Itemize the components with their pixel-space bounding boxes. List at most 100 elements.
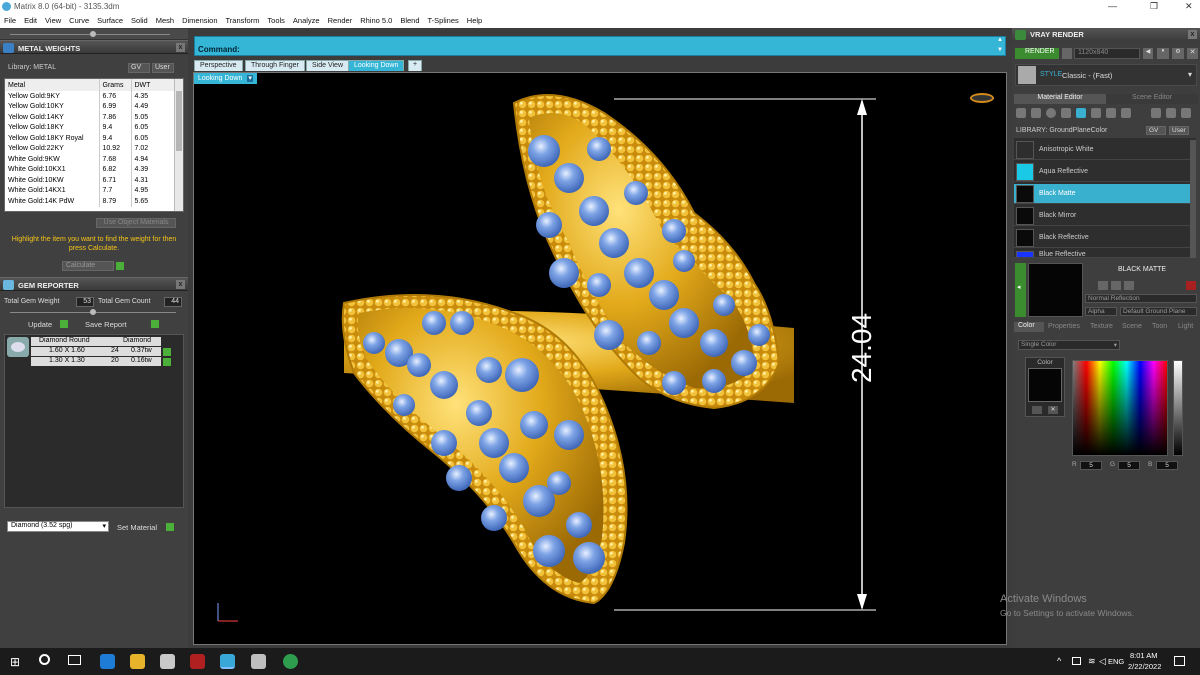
close-icon[interactable]: ✕ [1185, 1, 1193, 12]
menu-transform[interactable]: Transform [222, 14, 264, 28]
windows-start-icon[interactable]: ⊞ [10, 655, 20, 669]
table-row[interactable]: Yellow Gold:14KY 7.86 5.05 [5, 112, 175, 123]
tab-texture[interactable]: Texture [1090, 323, 1113, 330]
close-icon[interactable]: x [176, 43, 185, 52]
set-material-button[interactable]: Set Material [117, 523, 157, 532]
tab-perspective[interactable]: Perspective [194, 60, 243, 71]
reflection-select[interactable]: Normal Reflection [1085, 294, 1197, 303]
table-scrollbar[interactable] [174, 79, 183, 211]
tab-side-view[interactable]: Side View [306, 60, 350, 71]
refresh-icon[interactable] [1186, 281, 1196, 290]
prev-icon[interactable]: ◀ [1143, 48, 1153, 59]
save-report-button[interactable]: Save Report [85, 320, 127, 329]
blue-field[interactable]: 5 [1156, 461, 1178, 470]
menu-rhino[interactable]: Rhino 5.0 [356, 14, 396, 28]
user-button[interactable]: User [152, 63, 174, 73]
brightness-slider[interactable] [1173, 360, 1183, 456]
app-icon[interactable] [251, 654, 266, 669]
table-row[interactable]: 1.30 X 1.30 20 0.16tw [31, 357, 161, 366]
tab-toon[interactable]: Toon [1152, 323, 1167, 330]
search-icon[interactable] [39, 654, 50, 665]
table-row[interactable]: 1.60 X 1.60 24 0.37tw [31, 347, 161, 356]
camera-icon[interactable] [1062, 48, 1072, 59]
menu-curve[interactable]: Curve [65, 14, 93, 28]
menu-help[interactable]: Help [463, 14, 486, 28]
table-row[interactable]: White Gold:10KX1 6.82 4.39 [5, 164, 175, 175]
menu-file[interactable]: File [0, 14, 20, 28]
material-option-icon[interactable] [1124, 281, 1134, 290]
paint-tool-icon[interactable] [1166, 108, 1176, 118]
table-row[interactable]: White Gold:14KX1 7.7 4.95 [5, 185, 175, 196]
matrix-app-icon[interactable] [220, 654, 235, 669]
volume-icon[interactable]: ◁ [1099, 656, 1106, 667]
gv-button[interactable]: GV [128, 63, 150, 73]
slider-handle[interactable] [90, 309, 96, 315]
use-object-materials-button[interactable]: Use Object Materials [96, 218, 176, 228]
tab-properties[interactable]: Properties [1048, 323, 1080, 330]
menu-surface[interactable]: Surface [93, 14, 127, 28]
close-icon[interactable]: x [176, 280, 185, 289]
list-item[interactable]: Black Reflective [1014, 228, 1190, 248]
table-row[interactable]: White Gold:9KW 7.68 4.94 [5, 154, 175, 165]
scroll-down-icon[interactable]: ▼ [997, 47, 1003, 53]
wifi-icon[interactable]: ≋ [1088, 656, 1096, 667]
edge-icon[interactable] [100, 654, 115, 669]
app-icon[interactable] [190, 654, 205, 669]
resolution-field[interactable]: 1120x840 [1074, 48, 1140, 59]
style-row[interactable]: STYLE Classic - (Fast) ▾ [1015, 64, 1197, 86]
tab-scene-editor[interactable]: Scene Editor [1106, 94, 1198, 104]
drop-tool-icon[interactable] [1061, 108, 1071, 118]
tab-scene[interactable]: Scene [1122, 323, 1142, 330]
command-bar[interactable]: Command: ▲ ▼ [194, 36, 1006, 56]
ground-plane-select[interactable]: Default Ground Plane [1120, 307, 1197, 316]
color-tool-icon[interactable] [1076, 108, 1086, 118]
scroll-up-icon[interactable]: ▲ [997, 37, 1003, 43]
alpha-select[interactable]: Alpha [1085, 307, 1117, 316]
task-view-icon[interactable] [68, 655, 81, 665]
col-metal[interactable]: Metal [5, 79, 100, 91]
material-scrollbar[interactable] [1190, 140, 1196, 258]
list-item[interactable]: Black Matte [1014, 184, 1190, 204]
file-explorer-icon[interactable] [130, 654, 145, 669]
red-field[interactable]: 5 [1080, 461, 1102, 470]
menu-view[interactable]: View [41, 14, 65, 28]
pause-icon[interactable]: ⏸ [1157, 48, 1169, 59]
render-button[interactable]: RENDER [1015, 48, 1059, 59]
table-row[interactable]: Yellow Gold:10KY 6.99 4.49 [5, 101, 175, 112]
network-icon[interactable] [1072, 657, 1081, 665]
col-grams[interactable]: Grams [99, 79, 132, 91]
language-indicator[interactable]: ENG [1108, 657, 1124, 666]
menu-edit[interactable]: Edit [20, 14, 41, 28]
update-go-icon[interactable] [60, 320, 68, 328]
gem-row-go-icon[interactable] [163, 348, 171, 356]
material-option-icon[interactable] [1111, 281, 1121, 290]
table-row[interactable]: Yellow Gold:22KY 10.92 7.02 [5, 143, 175, 154]
calculate-go-icon[interactable] [116, 262, 124, 270]
update-button[interactable]: Update [28, 320, 52, 329]
material-tool-icon[interactable] [1016, 108, 1026, 118]
texture-tool-icon[interactable] [1091, 108, 1101, 118]
texture-map-icon[interactable] [1098, 281, 1108, 290]
menu-solid[interactable]: Solid [127, 14, 152, 28]
table-row[interactable]: Yellow Gold:18KY 9.4 6.05 [5, 122, 175, 133]
eyedropper-icon[interactable] [1181, 108, 1191, 118]
eyedropper-icon[interactable] [1032, 406, 1042, 414]
slider-handle[interactable] [90, 31, 96, 37]
menu-blend[interactable]: Blend [396, 14, 423, 28]
tab-through-finger[interactable]: Through Finger [245, 60, 305, 71]
tab-looking-down[interactable]: Looking Down [348, 60, 405, 71]
list-item[interactable]: Black Mirror [1014, 206, 1190, 226]
gv-button[interactable]: GV [1146, 126, 1166, 135]
viewport-3d[interactable]: Looking Down ▾ 24.04 [193, 72, 1007, 645]
viewcube-icon[interactable] [970, 93, 994, 103]
table-row[interactable]: Yellow Gold:9KY 6.76 4.35 [5, 91, 175, 102]
table-row[interactable]: Yellow Gold:18KY Royal 9.4 6.05 [5, 133, 175, 144]
close-icon[interactable]: x [1188, 30, 1197, 39]
menu-dimension[interactable]: Dimension [178, 14, 221, 28]
list-item[interactable]: Blue Reflective [1014, 250, 1190, 258]
tab-light[interactable]: Light [1178, 323, 1193, 330]
material-select[interactable]: Diamond (3.52 spg) ▾ [7, 521, 109, 532]
grid-tool-icon[interactable] [1106, 108, 1116, 118]
app-icon[interactable] [160, 654, 175, 669]
color-swatch[interactable] [1028, 368, 1062, 402]
